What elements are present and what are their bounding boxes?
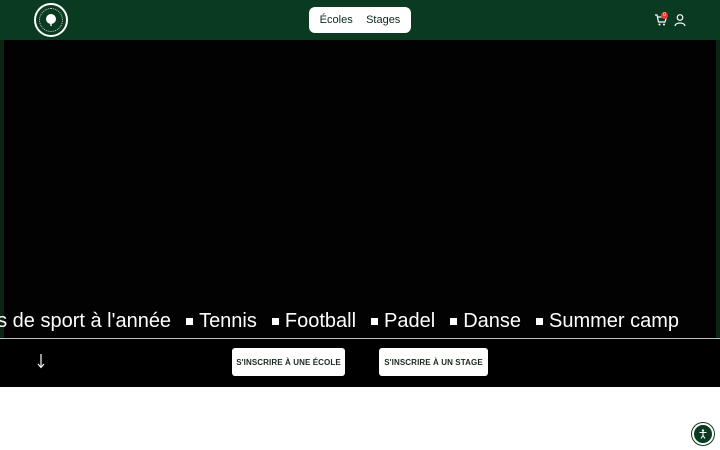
- square-bullet-icon: [450, 318, 458, 325]
- marquee-item-label: Summer camp: [549, 310, 680, 332]
- marquee-item: Danse: [435, 310, 521, 333]
- marquee-item-label: Padel: [384, 310, 436, 332]
- arrow-down-icon[interactable]: [36, 353, 46, 369]
- logo-ring: [39, 8, 63, 32]
- main-nav: Écoles Stages: [309, 7, 411, 33]
- marquee-item-label: es de sport à l'année: [0, 310, 172, 332]
- nav-link-ecoles[interactable]: Écoles: [320, 14, 353, 26]
- marquee-item-label: Tennis: [199, 310, 257, 332]
- register-school-button[interactable]: S'INSCRIRE À UNE ÉCOLE: [232, 348, 345, 376]
- register-camp-button[interactable]: S'INSCRIRE À UN STAGE: [379, 348, 488, 376]
- accessibility-figure-icon: [699, 429, 707, 439]
- top-header: Écoles Stages 0: [0, 0, 720, 40]
- marquee-item-label: Football: [284, 310, 357, 332]
- square-bullet-icon: [536, 318, 543, 325]
- sports-marquee: es de sport à l'année Tennis Football Pa…: [0, 310, 720, 334]
- accessibility-icon[interactable]: [692, 423, 714, 445]
- action-band: [0, 339, 720, 387]
- square-bullet-icon: [371, 318, 379, 325]
- marquee-item: es de sport à l'année: [0, 310, 171, 333]
- cart-count-badge: 0: [661, 12, 668, 19]
- user-icon[interactable]: [674, 13, 686, 27]
- marquee-item: Padel: [356, 310, 435, 333]
- square-bullet-icon: [271, 318, 279, 325]
- marquee-item: Summer camp: [521, 310, 679, 333]
- nav-link-stages[interactable]: Stages: [366, 14, 400, 26]
- club-logo[interactable]: [34, 3, 68, 37]
- marquee-item: Football: [257, 310, 356, 333]
- marquee-item-label: Danse: [463, 310, 521, 332]
- marquee-item: Tennis: [171, 310, 257, 333]
- hero-video[interactable]: [0, 40, 720, 338]
- square-bullet-icon: [186, 318, 194, 325]
